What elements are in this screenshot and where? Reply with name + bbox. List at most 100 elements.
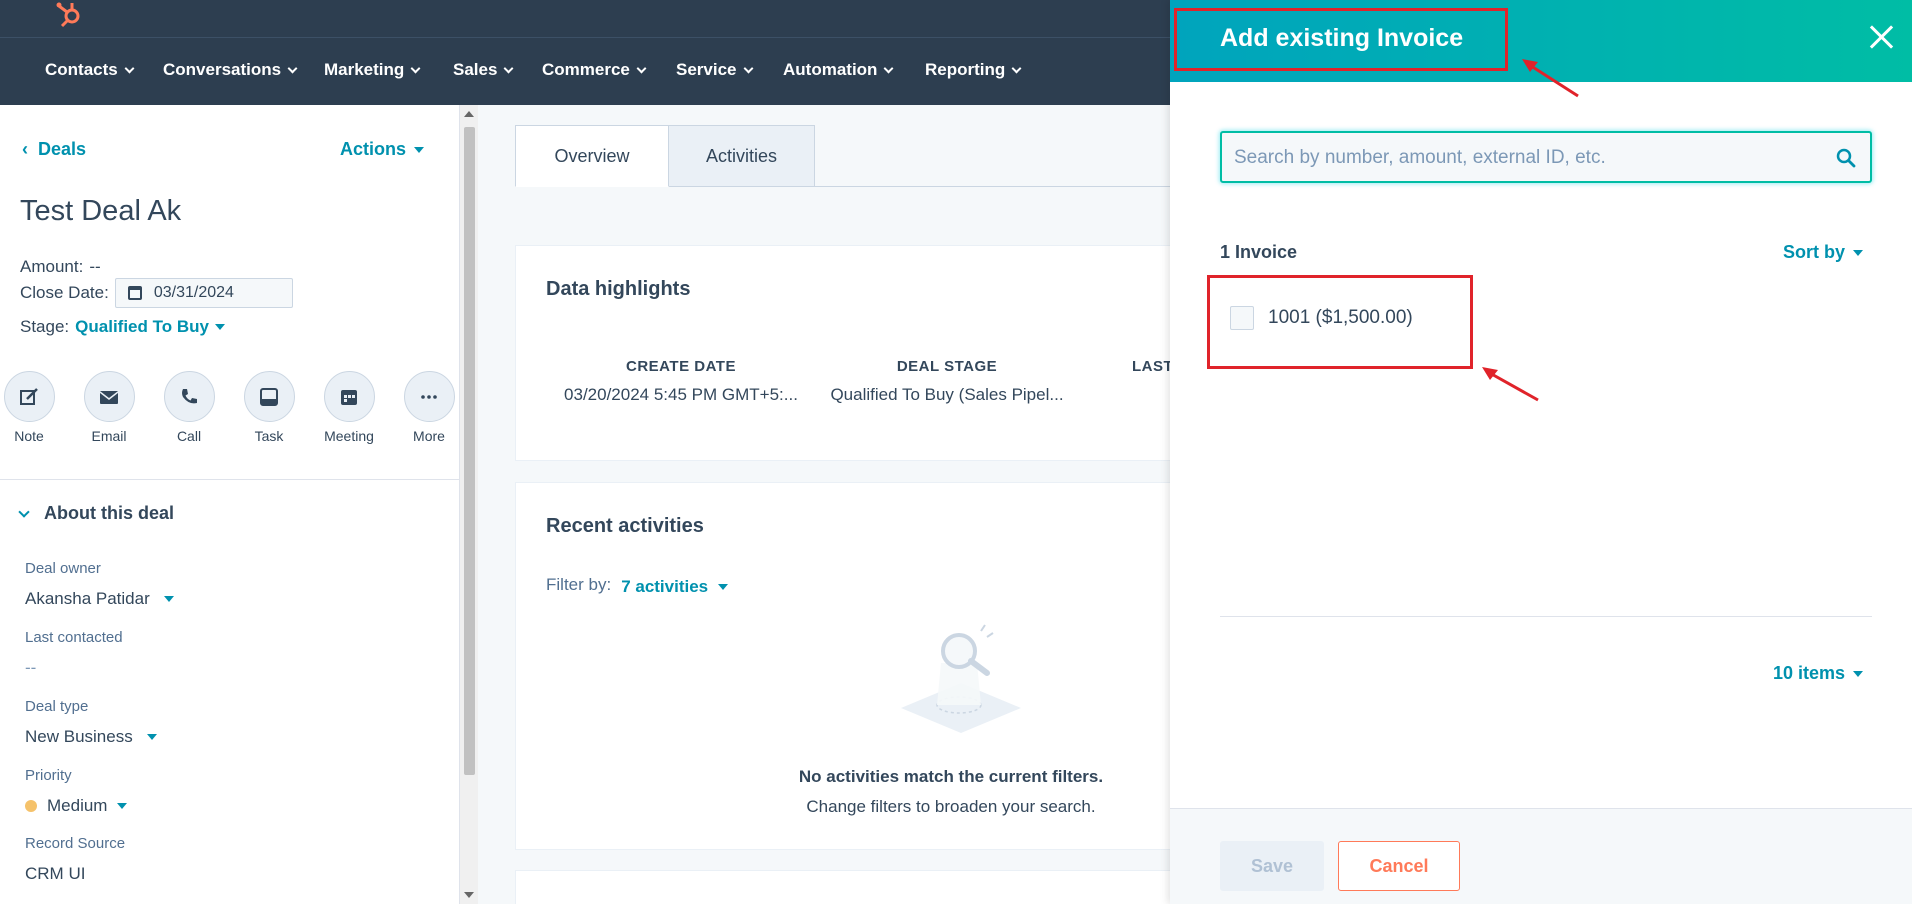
record-tabs: Overview Activities — [515, 125, 815, 187]
chevron-down-icon — [503, 63, 514, 73]
save-button[interactable]: Save — [1220, 841, 1324, 891]
tab-overview[interactable]: Overview — [515, 125, 669, 187]
cancel-button[interactable]: Cancel — [1338, 841, 1460, 891]
deal-type-value: New Business — [25, 727, 133, 746]
nav-reporting[interactable]: Reporting — [925, 60, 1022, 80]
back-to-deals-link[interactable]: ‹ Deals — [22, 139, 86, 160]
empty-search-illustration-icon — [901, 624, 1021, 733]
chevron-down-icon — [1011, 63, 1022, 73]
stage-dropdown[interactable]: Qualified To Buy — [75, 317, 209, 337]
priority-value: Medium — [47, 796, 108, 815]
email-label: Email — [91, 428, 127, 444]
invoice-row[interactable]: 1001 ($1,500.00) — [1230, 306, 1413, 330]
meeting-icon[interactable] — [323, 371, 375, 422]
priority-dropdown[interactable]: Medium — [25, 796, 128, 816]
note-icon[interactable] — [3, 371, 55, 422]
nav-automation[interactable]: Automation — [783, 60, 894, 80]
invoice-search-input[interactable] — [1234, 145, 1814, 171]
call-icon[interactable] — [163, 371, 215, 422]
deal-type-label: Deal type — [25, 698, 89, 715]
sort-by-dropdown[interactable]: Sort by — [1783, 242, 1864, 263]
scroll-up-arrow-icon[interactable] — [464, 111, 474, 117]
close-date-input[interactable]: 03/31/2024 — [114, 278, 293, 308]
nav-label: Automation — [783, 60, 878, 79]
hubspot-logo-icon[interactable] — [54, 0, 86, 32]
about-title: About this deal — [44, 503, 174, 523]
last-contacted-label: Last contacted — [25, 629, 123, 646]
search-icon[interactable] — [1836, 148, 1856, 168]
deal-stage-value: Qualified To Buy (Sales Pipel... — [830, 385, 1064, 404]
nav-commerce[interactable]: Commerce — [542, 60, 647, 80]
items-label: 10 items — [1773, 663, 1846, 683]
call-action[interactable]: Call — [157, 371, 221, 444]
record-source-label: Record Source — [25, 835, 126, 852]
note-action[interactable]: Note — [0, 371, 61, 444]
data-highlights-title: Data highlights — [546, 278, 691, 300]
email-icon[interactable] — [83, 371, 135, 422]
calendar-icon — [127, 286, 142, 300]
call-label: Call — [176, 428, 202, 444]
annotation-arrow-icon — [1522, 59, 1579, 98]
back-label: Deals — [38, 139, 87, 159]
caret-down-icon — [117, 803, 128, 809]
nav-service[interactable]: Service — [676, 60, 753, 80]
deal-owner-label: Deal owner — [25, 560, 101, 577]
divider — [1220, 616, 1872, 617]
amount-row: Amount: -- — [20, 257, 101, 277]
items-per-page-dropdown[interactable]: 10 items — [1773, 663, 1864, 684]
add-existing-invoice-panel: Add existing Invoice 1 Invoice Sort by 1… — [1170, 0, 1912, 904]
chevron-down-icon — [410, 63, 421, 73]
caret-down-icon — [1853, 670, 1864, 677]
about-section-toggle[interactable]: About this deal — [18, 503, 174, 524]
scroll-down-arrow-icon[interactable] — [464, 892, 474, 898]
deal-type-dropdown[interactable]: New Business — [25, 727, 157, 747]
actions-dropdown[interactable]: Actions — [340, 139, 425, 160]
caret-down-icon — [146, 734, 157, 740]
data-highlights-card: Data highlights CREATE DATE 03/20/2024 5… — [515, 245, 1175, 461]
scroll-thumb[interactable] — [464, 127, 475, 775]
meeting-action[interactable]: Meeting — [317, 371, 381, 444]
tab-underline — [815, 186, 1175, 187]
filter-label: Filter by: — [546, 575, 612, 594]
nav-label: Marketing — [324, 60, 405, 79]
task-action[interactable]: Task — [237, 371, 301, 444]
email-action[interactable]: Email — [77, 371, 141, 444]
close-icon[interactable] — [1868, 24, 1894, 50]
nav-contacts[interactable]: Contacts — [45, 60, 135, 80]
more-action[interactable]: More — [397, 371, 459, 444]
deal-owner-dropdown[interactable]: Akansha Patidar — [25, 589, 174, 609]
close-date-value: 03/31/2024 — [153, 284, 234, 301]
chevron-down-icon — [743, 63, 753, 73]
deal-owner-value: Akansha Patidar — [25, 589, 150, 608]
nav-sales[interactable]: Sales — [453, 60, 514, 80]
panel-footer: Save Cancel — [1170, 808, 1912, 904]
task-icon[interactable] — [243, 371, 295, 422]
sidebar-scrollbar[interactable] — [460, 105, 478, 904]
nav-label: Reporting — [925, 60, 1006, 79]
invoice-checkbox[interactable] — [1230, 306, 1254, 330]
amount-value[interactable]: -- — [89, 257, 100, 277]
annotation-arrow-icon — [1482, 367, 1539, 402]
more-icon[interactable] — [403, 371, 455, 422]
caret-down-icon — [214, 324, 225, 330]
chevron-down-icon — [287, 63, 298, 73]
divider — [0, 479, 459, 480]
amount-label: Amount: — [20, 257, 84, 276]
caret-down-icon — [414, 146, 425, 153]
nav-conversations[interactable]: Conversations — [163, 60, 298, 80]
activity-filter: Filter by: 7 activities — [546, 573, 729, 597]
recent-activities-card: Recent activities Filter by: 7 activitie… — [515, 482, 1175, 850]
nav-marketing[interactable]: Marketing — [324, 60, 421, 80]
actions-label: Actions — [340, 139, 407, 159]
invoice-count: 1 Invoice — [1220, 242, 1298, 262]
invoice-search-field[interactable] — [1220, 131, 1872, 183]
chevron-down-icon — [18, 505, 30, 518]
quick-actions: Note Email Call Task Meeting More — [0, 371, 459, 451]
caret-down-icon — [1853, 249, 1864, 256]
annotation-highlight-title — [1174, 8, 1508, 71]
tab-activities[interactable]: Activities — [669, 125, 815, 187]
next-card — [515, 870, 1175, 904]
create-date-value: 03/20/2024 5:45 PM GMT+5:... — [564, 385, 798, 404]
stage-row: Stage: Qualified To Buy — [20, 317, 225, 337]
activity-filter-dropdown[interactable]: 7 activities — [621, 577, 708, 597]
